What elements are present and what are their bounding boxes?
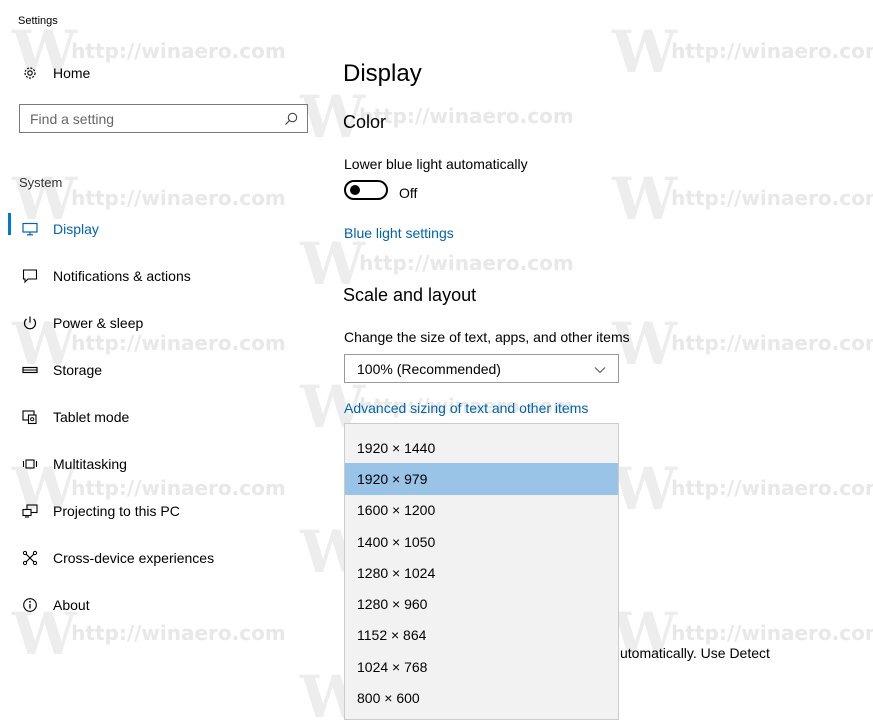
multitasking-icon [20, 458, 40, 470]
resolution-option-selected[interactable]: 1920 × 979 [345, 463, 618, 495]
resolution-option[interactable]: 1920 × 1440 [345, 432, 618, 463]
sidebar-item-multitasking[interactable]: Multitasking [8, 440, 308, 487]
window-title: Settings [18, 15, 58, 27]
notifications-icon [20, 268, 40, 284]
sidebar-item-notifications[interactable]: Notifications & actions [8, 252, 308, 299]
sidebar-item-power-sleep[interactable]: Power & sleep [8, 299, 308, 346]
resolution-option[interactable]: 800 × 600 [345, 682, 618, 713]
resolution-dropdown-list: 1920 × 1440 1920 × 979 1600 × 1200 1400 … [344, 423, 619, 720]
blue-light-settings-link[interactable]: Blue light settings [344, 225, 454, 241]
tablet-mode-icon [20, 409, 40, 425]
size-label: Change the size of text, apps, and other… [344, 329, 630, 345]
search-input[interactable]: Find a setting [19, 104, 308, 133]
sidebar-item-tablet-mode[interactable]: Tablet mode [8, 393, 308, 440]
power-icon [20, 315, 40, 331]
toggle-state-label: Off [399, 185, 418, 201]
sidebar-item-label: Multitasking [53, 455, 127, 472]
cross-device-icon [20, 550, 40, 566]
resolution-option[interactable]: 1152 × 864 [345, 620, 618, 651]
info-icon [20, 597, 40, 613]
scale-select[interactable]: 100% (Recommended) [344, 354, 619, 383]
lower-blue-light-toggle[interactable] [344, 180, 388, 200]
section-heading-color: Color [343, 112, 387, 132]
scale-select-value: 100% (Recommended) [357, 360, 501, 377]
resolution-option[interactable]: 1400 × 1050 [345, 526, 618, 557]
advanced-sizing-link[interactable]: Advanced sizing of text and other items [344, 400, 588, 416]
sidebar-item-storage[interactable]: Storage [8, 346, 308, 393]
watermark: Whttp://winaero.com [612, 310, 873, 378]
resolution-option[interactable]: 1024 × 768 [345, 651, 618, 682]
watermark: Whttp://winaero.com [612, 455, 873, 523]
sidebar-item-label: Cross-device experiences [53, 549, 215, 566]
detect-text-fragment: utomatically. Use Detect [620, 645, 770, 661]
sidebar-item-projecting[interactable]: Projecting to this PC [8, 487, 308, 534]
watermark: Whttp://winaero.com [612, 18, 873, 86]
chevron-down-icon [594, 361, 606, 377]
gear-icon [20, 65, 40, 81]
nav-home-label: Home [53, 65, 91, 81]
projecting-icon [20, 503, 40, 518]
nav-home[interactable]: Home [14, 60, 314, 86]
search-icon[interactable] [283, 111, 299, 127]
search-placeholder: Find a setting [30, 110, 115, 127]
sidebar-item-label: Power & sleep [53, 314, 144, 331]
watermark: Whttp://winaero.com [612, 165, 873, 233]
sidebar-item-label: Projecting to this PC [53, 502, 180, 519]
sidebar-item-label: Display [53, 220, 99, 237]
storage-icon [20, 365, 40, 375]
resolution-option[interactable]: 1280 × 1024 [345, 557, 618, 588]
section-heading-scale: Scale and layout [343, 285, 477, 305]
sidebar-item-label: Tablet mode [53, 408, 130, 425]
sidebar-item-cross-device[interactable]: Cross-device experiences [8, 534, 308, 581]
page-title: Display [343, 60, 422, 87]
toggle-knob [350, 185, 360, 195]
section-label-system: System [19, 175, 63, 190]
sidebar-item-about[interactable]: About [8, 581, 308, 628]
sidebar-item-label: Notifications & actions [53, 267, 191, 284]
sidebar-item-label: About [53, 596, 90, 613]
lower-blue-light-label: Lower blue light automatically [344, 156, 528, 172]
resolution-option[interactable]: 1600 × 1200 [345, 495, 618, 526]
watermark: Whttp://winaero.com [300, 83, 574, 151]
sidebar-item-display[interactable]: Display [8, 205, 308, 252]
sidebar-item-label: Storage [53, 361, 103, 378]
display-icon [20, 222, 40, 236]
sidebar-nav: Display Notifications & actions Power & … [8, 205, 308, 628]
resolution-option[interactable]: 1280 × 960 [345, 588, 618, 619]
